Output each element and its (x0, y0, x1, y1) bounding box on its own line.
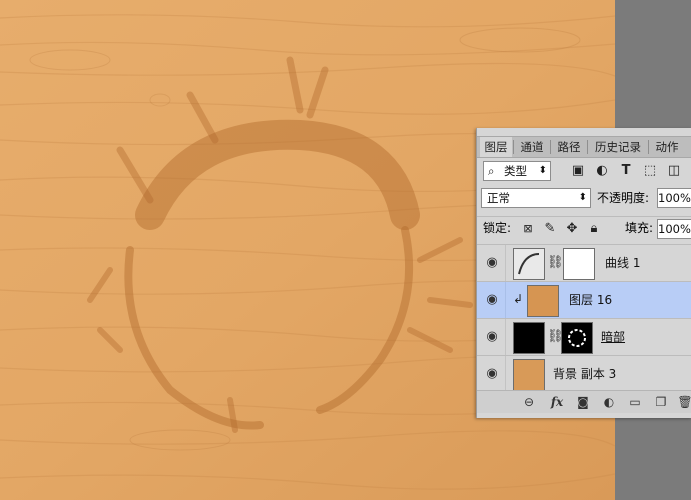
layer-thumbnail[interactable] (527, 285, 559, 317)
adjustment-icon[interactable]: ◐ (600, 393, 618, 411)
layer-thumbnail[interactable] (513, 359, 545, 391)
layer-row-curves[interactable]: ◉ ⛓ 曲线 1 (477, 244, 691, 281)
tab-layers[interactable]: 图层 (480, 137, 512, 157)
filter-kind-select[interactable]: ⌕ 类型 ⬍ (483, 161, 551, 181)
opacity-field[interactable]: 100% (657, 188, 691, 208)
lock-label: 锁定: (483, 221, 512, 235)
lock-row: 锁定: ⊠ ✎ ✥ 🔒︎ 填充: 100% (477, 216, 691, 239)
tab-actions[interactable]: 动作 (650, 137, 684, 157)
layer-row-shadows[interactable]: ◉ ⛓ 暗部 (477, 318, 691, 355)
layers-panel: 图层 通道 路径 历史记录 动作 ⌕ 类型 ⬍ ▣ ◐ T ⬚ ◫ 正常 ⬍ 不… (476, 128, 691, 418)
tab-channels[interactable]: 通道 (515, 137, 549, 157)
tab-history[interactable]: 历史记录 (589, 137, 647, 157)
clipping-arrow-icon: ↲ (513, 292, 524, 306)
lock-move-icon[interactable]: ✥ (563, 220, 581, 238)
eye-icon[interactable]: ◉ (483, 328, 501, 346)
curves-adjustment-icon (513, 248, 545, 280)
tab-paths[interactable]: 路径 (552, 137, 586, 157)
shape-filter-icon[interactable]: ⬚ (641, 162, 659, 180)
layer-thumbnail[interactable] (513, 322, 545, 354)
layer-name: 背景 副本 3 (553, 367, 617, 381)
panel-tabs: 图层 通道 路径 历史记录 动作 (477, 136, 691, 158)
image-filter-icon[interactable]: ▣ (569, 162, 587, 180)
layer-name: 暗部 (601, 330, 626, 344)
search-icon: ⌕ (488, 164, 495, 178)
filter-kind-label: 类型 (504, 164, 527, 178)
lock-paint-icon[interactable]: ✎ (541, 220, 559, 238)
smart-object-filter-icon[interactable]: ◫ (665, 162, 683, 180)
eye-icon[interactable]: ◉ (483, 254, 501, 272)
lock-transparent-icon[interactable]: ⊠ (519, 220, 537, 238)
link-icon[interactable]: ⊖ (520, 393, 538, 411)
blend-mode-label: 正常 (487, 191, 510, 205)
chain-link-icon[interactable]: ⛓ (547, 255, 564, 270)
fx-icon[interactable]: fx (548, 393, 566, 411)
type-filter-icon[interactable]: T (617, 162, 635, 180)
layer-name: 图层 16 (569, 293, 613, 307)
trash-icon[interactable]: 🗑︎ (676, 393, 691, 411)
dropdown-arrow-icon: ⬍ (578, 192, 587, 203)
dropdown-arrow-icon: ⬍ (538, 165, 547, 176)
layer-row-selected[interactable]: ◉ ↲ 图层 16 (477, 281, 691, 318)
blend-mode-select[interactable]: 正常 ⬍ (481, 188, 591, 208)
blend-row: 正常 ⬍ 不透明度: 100% (477, 188, 691, 210)
mask-icon[interactable]: ◙ (574, 393, 592, 411)
layer-row-background-copy[interactable]: ◉ 背景 副本 3 (477, 355, 691, 392)
fill-field[interactable]: 100% (657, 219, 691, 239)
folder-icon[interactable]: ▭ (626, 393, 644, 411)
layer-mask-thumb[interactable] (561, 322, 593, 354)
eye-icon[interactable]: ◉ (483, 365, 501, 383)
layer-name: 曲线 1 (605, 256, 641, 270)
lock-all-icon[interactable]: 🔒︎ (585, 220, 603, 238)
panel-bottom-bar: ⊖ fx ◙ ◐ ▭ ❐ 🗑︎ (477, 390, 691, 413)
adjustment-filter-icon[interactable]: ◐ (593, 162, 611, 180)
eye-icon[interactable]: ◉ (483, 291, 501, 309)
fill-label: 填充: (625, 221, 654, 235)
filter-row: ⌕ 类型 ⬍ ▣ ◐ T ⬚ ◫ (477, 161, 691, 183)
opacity-label: 不透明度: (597, 191, 650, 205)
new-layer-icon[interactable]: ❐ (652, 393, 670, 411)
layer-mask-thumb[interactable] (563, 248, 595, 280)
